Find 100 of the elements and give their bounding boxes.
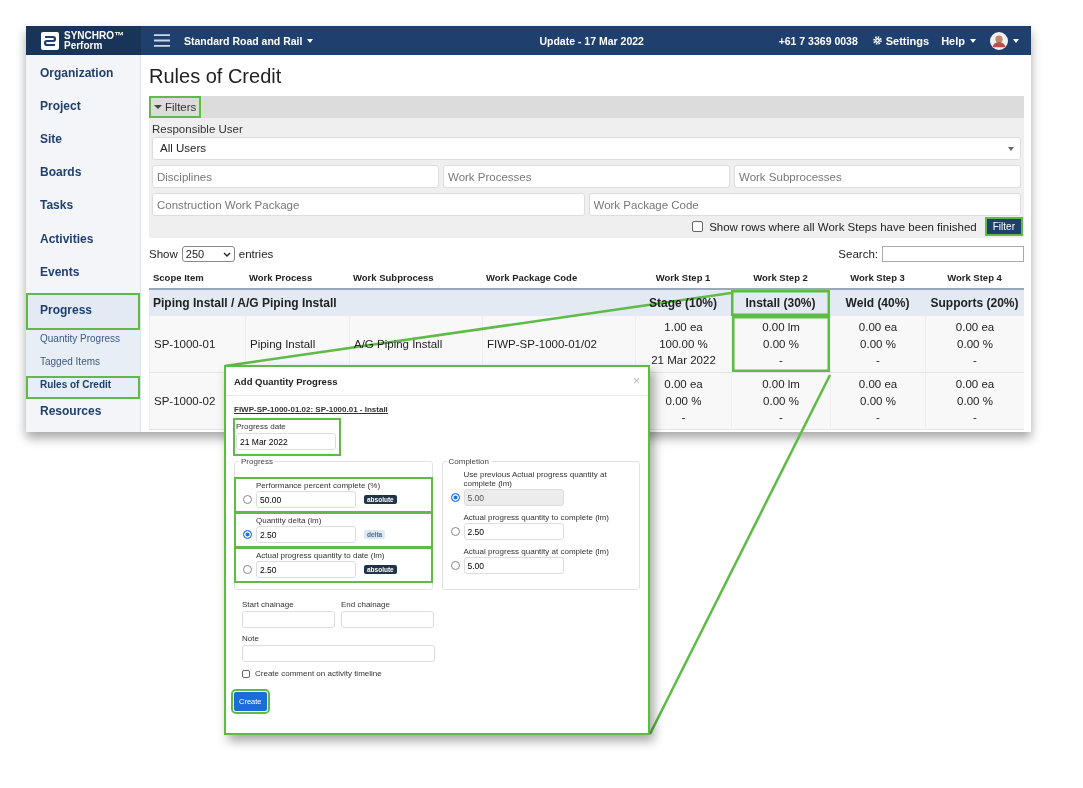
user-menu[interactable] [990,31,1019,50]
filter-field[interactable]: Work Processes [443,165,730,188]
field-label: Note [242,634,260,643]
step-value: 0.00 % [763,393,799,409]
filter-field[interactable]: Work Package Code [588,193,1021,216]
sidebar-item[interactable]: Boards [26,160,140,194]
step-value: 0.00 % [860,393,896,409]
fieldset-legend: Progress [239,457,275,466]
radio-button[interactable] [450,561,460,570]
option-label: Actual progress quantity at complete (lm) [463,547,610,556]
step-value: - [779,353,783,369]
step-value: 100.00 % [659,336,708,352]
logo[interactable]: SYNCHRO™ Perform [26,26,141,55]
value-field[interactable]: 2.50 [256,561,356,578]
sidebar-item[interactable]: Tagged Items [26,353,140,377]
group-header: Piping Install / A/G Piping Install [149,290,635,316]
start-chainage-field[interactable] [242,611,335,628]
checkbox-label: Create comment on activity timeline [255,669,382,678]
sidebar-item[interactable]: Resources [26,398,140,432]
search-field[interactable] [882,246,1024,262]
step-value: 0.00 % [860,336,896,352]
sidebar-item[interactable]: Site [26,127,140,161]
step-header: Supports (20%) [925,290,1024,316]
fieldset-legend: Completion [446,457,491,466]
show-label: Show [149,248,178,260]
radio-button[interactable] [243,495,252,504]
option-label: Actual progress quantity to complete (lm) [463,513,610,522]
avatar-icon [990,31,1008,50]
caret-icon [154,103,162,111]
help-menu[interactable]: Help [935,34,982,47]
logo-name: SYNCHRO™ [64,30,124,41]
sidebar-item[interactable]: Activities [26,226,140,260]
end-chainage-field[interactable] [341,611,434,628]
search-label: Search: [838,248,878,260]
step-value: - [876,410,880,426]
option-label: Actual progress quantity to date (lm) [256,551,386,560]
logo-icon [40,30,60,51]
value-field[interactable]: 2.50 [463,523,564,540]
field-label: End chainage [341,600,391,609]
step-header: Weld (40%) [830,290,925,316]
entries-label: entries [238,248,274,260]
filter-field[interactable]: Disciplines [152,165,439,188]
sidebar-item[interactable]: Events [26,259,140,293]
sidebar-item[interactable]: Rules of Credit [26,376,140,399]
checkbox[interactable] [692,221,704,232]
chevron-icon [222,251,231,257]
sidebar-item[interactable]: Quantity Progress [26,330,140,354]
step-value: 0.00 ea [858,377,898,393]
sidebar-item[interactable]: Project [26,94,140,128]
phone-number: +61 7 3369 0038 [778,34,858,47]
step-value: 0.00 % [665,393,702,409]
step-value: 1.00 ea [664,320,703,336]
step-value: - [973,353,977,369]
radio-button[interactable] [450,527,460,536]
step-value: 0.00 lm [762,377,800,393]
field-label: Responsible User [152,123,244,135]
step-value: 0.00 % [957,393,993,409]
note-field[interactable] [242,645,435,662]
sidebar-item[interactable]: Organization [26,61,140,95]
sidebar-item[interactable]: Tasks [26,193,140,227]
value-field[interactable]: 50.00 [256,491,356,508]
option-label: Use previous Actual progress quantity at complete (lm) [463,470,608,488]
step-value: 0.00 ea [955,377,995,393]
step-value: - [876,353,880,369]
step-value: 21 Mar 2022 [651,353,716,369]
filters-toggle[interactable]: Filters [149,96,202,118]
step-value: 0.00 ea [664,377,703,393]
radio-button[interactable] [243,565,252,574]
step-value: 0.00 % [763,336,799,352]
step-value: 0.00 lm [762,320,800,336]
field-label: Start chainage [242,600,295,609]
step-value: - [681,410,686,426]
step-value: 0.00 ea [858,320,898,336]
entries-select[interactable]: 250 [181,246,235,262]
sidebar-item[interactable]: Progress [26,292,140,331]
table-cell: SP-1000-01 [149,316,245,373]
menu-icon[interactable] [154,34,170,47]
value-field[interactable]: 2.50 [256,526,356,543]
settings-icon [871,35,883,46]
step-value: 0.00 % [957,336,993,352]
filter-field[interactable]: Work Subprocesses [734,165,1021,188]
settings-button[interactable]: Settings [865,34,936,47]
radio-button[interactable] [243,530,252,539]
step-value: - [779,410,783,426]
date-field[interactable]: 21 Mar 2022 [236,433,336,450]
responsible-user-select[interactable]: All Users [152,137,1021,160]
step-value: 0.00 ea [955,320,995,336]
option-label: Performance percent complete (%) [256,481,382,490]
checkbox[interactable] [242,669,250,678]
option-label: Quantity delta (lm) [256,516,323,525]
filter-button[interactable]: Filter [986,219,1021,234]
update-label: Update - 17 Mar 2022 [539,34,644,47]
step-value: - [973,410,977,426]
value-field[interactable]: 5.00 [463,557,564,574]
logo-product: Perform [64,40,104,51]
page-title: Rules of Credit [149,64,283,88]
checkbox-label: Show rows where all Work Steps have been finished [709,220,977,233]
project-dropdown[interactable]: Standard Road and Rail [178,34,320,47]
step-header: Install (30%) [731,290,830,316]
filter-field[interactable]: Construction Work Package [152,193,585,216]
